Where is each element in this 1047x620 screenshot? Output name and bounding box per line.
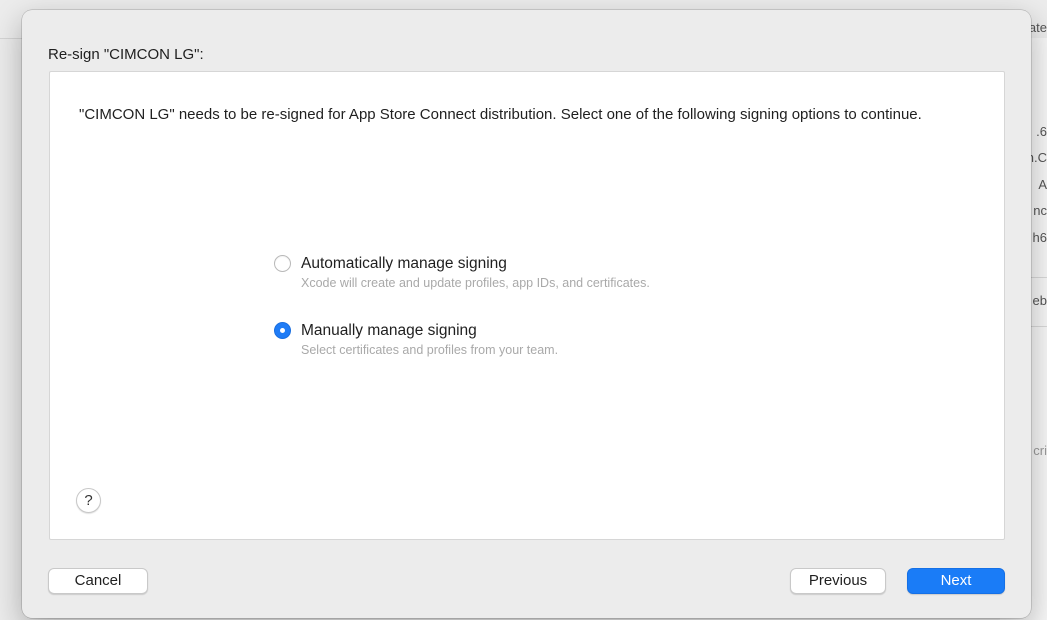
content-panel: "CIMCON LG" needs to be re-signed for Ap… xyxy=(49,71,1005,540)
option-label: Automatically manage signing xyxy=(301,255,507,272)
radio-manual-signing[interactable] xyxy=(274,322,291,339)
help-button[interactable]: ? xyxy=(76,488,101,513)
sheet-title: Re-sign "CIMCON LG": xyxy=(48,46,204,63)
sheet-description: "CIMCON LG" needs to be re-signed for Ap… xyxy=(79,106,922,123)
option-label: Manually manage signing xyxy=(301,322,477,339)
cancel-button[interactable]: Cancel xyxy=(48,568,148,594)
option-manual-signing[interactable]: Manually manage signing Select certifica… xyxy=(274,321,558,359)
previous-button[interactable]: Previous xyxy=(790,568,886,594)
option-automatic-signing[interactable]: Automatically manage signing Xcode will … xyxy=(274,254,650,292)
resign-sheet: Re-sign "CIMCON LG": "CIMCON LG" needs t… xyxy=(22,10,1031,618)
option-description: Xcode will create and update profiles, a… xyxy=(301,276,650,290)
next-button[interactable]: Next xyxy=(907,568,1005,594)
radio-automatic-signing[interactable] xyxy=(274,255,291,272)
option-description: Select certificates and profiles from yo… xyxy=(301,343,559,357)
